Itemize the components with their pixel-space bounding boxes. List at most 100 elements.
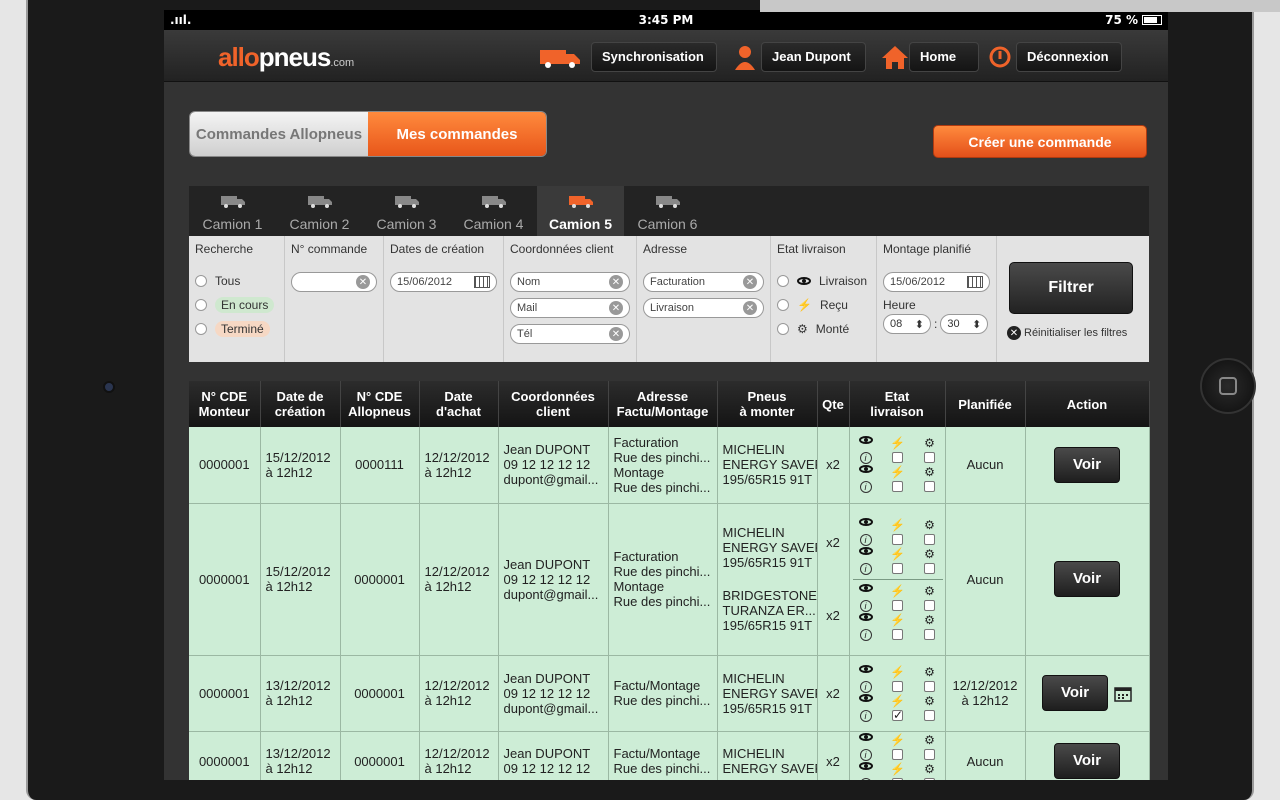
cell-creation: 13/12/2012 à 12h12 xyxy=(260,731,341,780)
tab-camion-6[interactable]: Camion 6 xyxy=(624,186,711,236)
tab-camion-2[interactable]: Camion 2 xyxy=(276,186,363,236)
billing-address-input[interactable]: Facturation ✕ xyxy=(643,272,764,292)
info-icon[interactable]: i xyxy=(859,452,872,465)
tablet-frame: .ııl. 3:45 PM 75 % allopneus.com Synchro… xyxy=(26,0,1256,800)
segment-allopneus-orders[interactable]: Commandes Allopneus xyxy=(190,112,368,156)
lightning-icon: ⚡ xyxy=(890,761,905,776)
checkbox[interactable] xyxy=(924,680,935,692)
segment-my-orders[interactable]: Mes commandes xyxy=(368,112,546,156)
info-icon[interactable]: i xyxy=(859,680,872,693)
cell-qte: x2 x2 xyxy=(817,503,850,656)
info-icon[interactable]: i xyxy=(859,777,872,780)
clear-icon[interactable]: ✕ xyxy=(609,301,623,315)
checkbox[interactable] xyxy=(924,628,935,640)
cell-creation: 15/12/2012 à 12h12 xyxy=(260,427,341,504)
user-icon xyxy=(735,46,755,70)
truck-icon xyxy=(220,196,245,208)
checkbox[interactable] xyxy=(892,481,903,493)
radio-en-cours[interactable]: En cours xyxy=(195,296,278,314)
checkbox[interactable]: ✓ xyxy=(892,709,903,721)
table-row[interactable]: 0000001 15/12/2012 à 12h12 0000111 12/12/201… xyxy=(189,427,1150,504)
clear-icon[interactable]: ✕ xyxy=(609,275,623,289)
table-row[interactable]: 0000001 13/12/2012 à 12h12 0000001 12/12/201… xyxy=(189,731,1150,780)
cell-adresse: Factu/Montage Rue des pinchi... xyxy=(608,731,718,780)
clear-icon[interactable]: ✕ xyxy=(743,275,757,289)
checkbox[interactable] xyxy=(924,562,935,574)
checkbox[interactable] xyxy=(924,481,935,493)
column-header: N° CDE Allopneus xyxy=(340,381,420,427)
checkbox[interactable] xyxy=(924,748,935,760)
info-icon[interactable]: i xyxy=(859,533,872,546)
sync-button[interactable]: Synchronisation xyxy=(591,42,717,72)
cell-planifiee: Aucun xyxy=(945,427,1026,504)
radio-monte[interactable]: ⚙ Monté xyxy=(777,320,870,338)
delivery-address-input[interactable]: Livraison ✕ xyxy=(643,298,764,318)
checkbox[interactable] xyxy=(924,777,935,780)
info-icon[interactable]: i xyxy=(859,481,872,494)
order-number-input[interactable]: ✕ xyxy=(291,272,377,292)
mounting-date-input[interactable]: 15/06/2012 xyxy=(883,272,990,292)
clear-icon[interactable]: ✕ xyxy=(609,327,623,341)
reset-filters-link[interactable]: ✕ Réinitialiser les filtres xyxy=(1007,326,1127,340)
create-order-button[interactable]: Créer une commande xyxy=(933,125,1147,158)
checkbox[interactable] xyxy=(924,533,935,545)
client-name-input[interactable]: Nom ✕ xyxy=(510,272,630,292)
view-button[interactable]: Voir xyxy=(1054,446,1120,483)
info-icon[interactable]: i xyxy=(859,709,872,722)
cell-achat: 12/12/2012 à 12h12 xyxy=(419,731,499,780)
view-button[interactable]: Voir xyxy=(1054,743,1120,779)
power-icon xyxy=(989,46,1011,68)
checkbox[interactable] xyxy=(892,533,903,545)
lightning-icon: ⚡ xyxy=(890,517,905,532)
tab-camion-1[interactable]: Camion 1 xyxy=(189,186,276,236)
checkbox[interactable] xyxy=(924,709,935,721)
checkbox[interactable] xyxy=(924,599,935,611)
radio-tous[interactable]: Tous xyxy=(195,272,278,290)
user-button[interactable]: Jean Dupont xyxy=(761,42,866,72)
filter-delivery-state: Etat livraison Livraison ⚡ Reçu ⚙ Monté xyxy=(771,236,877,362)
cell-etat: ⚡ ⚙ i ⚡ ⚙ i xyxy=(849,427,946,504)
calendar-icon[interactable] xyxy=(474,276,490,288)
column-header: Qte xyxy=(817,381,850,427)
home-button[interactable]: Home xyxy=(909,42,979,72)
tab-camion-5[interactable]: Camion 5 xyxy=(537,186,624,236)
tab-camion-3[interactable]: Camion 3 xyxy=(363,186,450,236)
info-icon[interactable]: i xyxy=(859,599,872,612)
radio-livraison[interactable]: Livraison xyxy=(777,272,870,290)
hour-select[interactable]: 08 ⬍ xyxy=(883,314,931,334)
checkbox[interactable] xyxy=(892,562,903,574)
table-row[interactable]: 0000001 13/12/2012 à 12h12 0000001 12/12/201… xyxy=(189,655,1150,732)
home-hardware-button[interactable] xyxy=(1200,358,1256,414)
checkbox[interactable] xyxy=(892,680,903,692)
logout-button[interactable]: Déconnexion xyxy=(1016,42,1122,72)
creation-date-input[interactable]: 15/06/2012 xyxy=(390,272,497,292)
view-button[interactable]: Voir xyxy=(1054,561,1120,597)
clear-icon[interactable]: ✕ xyxy=(356,275,370,289)
clear-icon[interactable]: ✕ xyxy=(743,301,757,315)
tab-camion-4[interactable]: Camion 4 xyxy=(450,186,537,236)
gear-icon: ⚙ xyxy=(924,761,935,776)
calendar-icon[interactable] xyxy=(1114,686,1132,702)
cell-action: Voir xyxy=(1025,655,1150,732)
checkbox[interactable] xyxy=(892,777,903,780)
checkbox[interactable] xyxy=(924,452,935,464)
filter-actions: Filtrer ✕ Réinitialiser les filtres xyxy=(997,236,1149,362)
checkbox[interactable] xyxy=(892,628,903,640)
radio-recu[interactable]: ⚡ Reçu xyxy=(777,296,870,314)
checkbox[interactable] xyxy=(892,748,903,760)
view-button[interactable]: Voir xyxy=(1042,675,1108,711)
minute-select[interactable]: 30 ⬍ xyxy=(940,314,989,334)
checkbox[interactable] xyxy=(892,599,903,611)
info-icon[interactable]: i xyxy=(859,628,872,641)
checkbox[interactable] xyxy=(892,452,903,464)
lightning-icon: ⚡ xyxy=(890,583,905,598)
cell-etat: ⚡ ⚙ i ⚡ ⚙ i ⚡ ⚙ i ⚡ ⚙ i xyxy=(849,503,946,656)
table-row[interactable]: 0000001 15/12/2012 à 12h12 0000001 12/12/201… xyxy=(189,503,1150,656)
filter-button[interactable]: Filtrer xyxy=(1009,262,1133,314)
client-mail-input[interactable]: Mail ✕ xyxy=(510,298,630,318)
radio-termine[interactable]: Terminé xyxy=(195,320,278,338)
client-phone-input[interactable]: Tél ✕ xyxy=(510,324,630,344)
info-icon[interactable]: i xyxy=(859,748,872,761)
calendar-icon[interactable] xyxy=(967,276,983,288)
info-icon[interactable]: i xyxy=(859,562,872,575)
